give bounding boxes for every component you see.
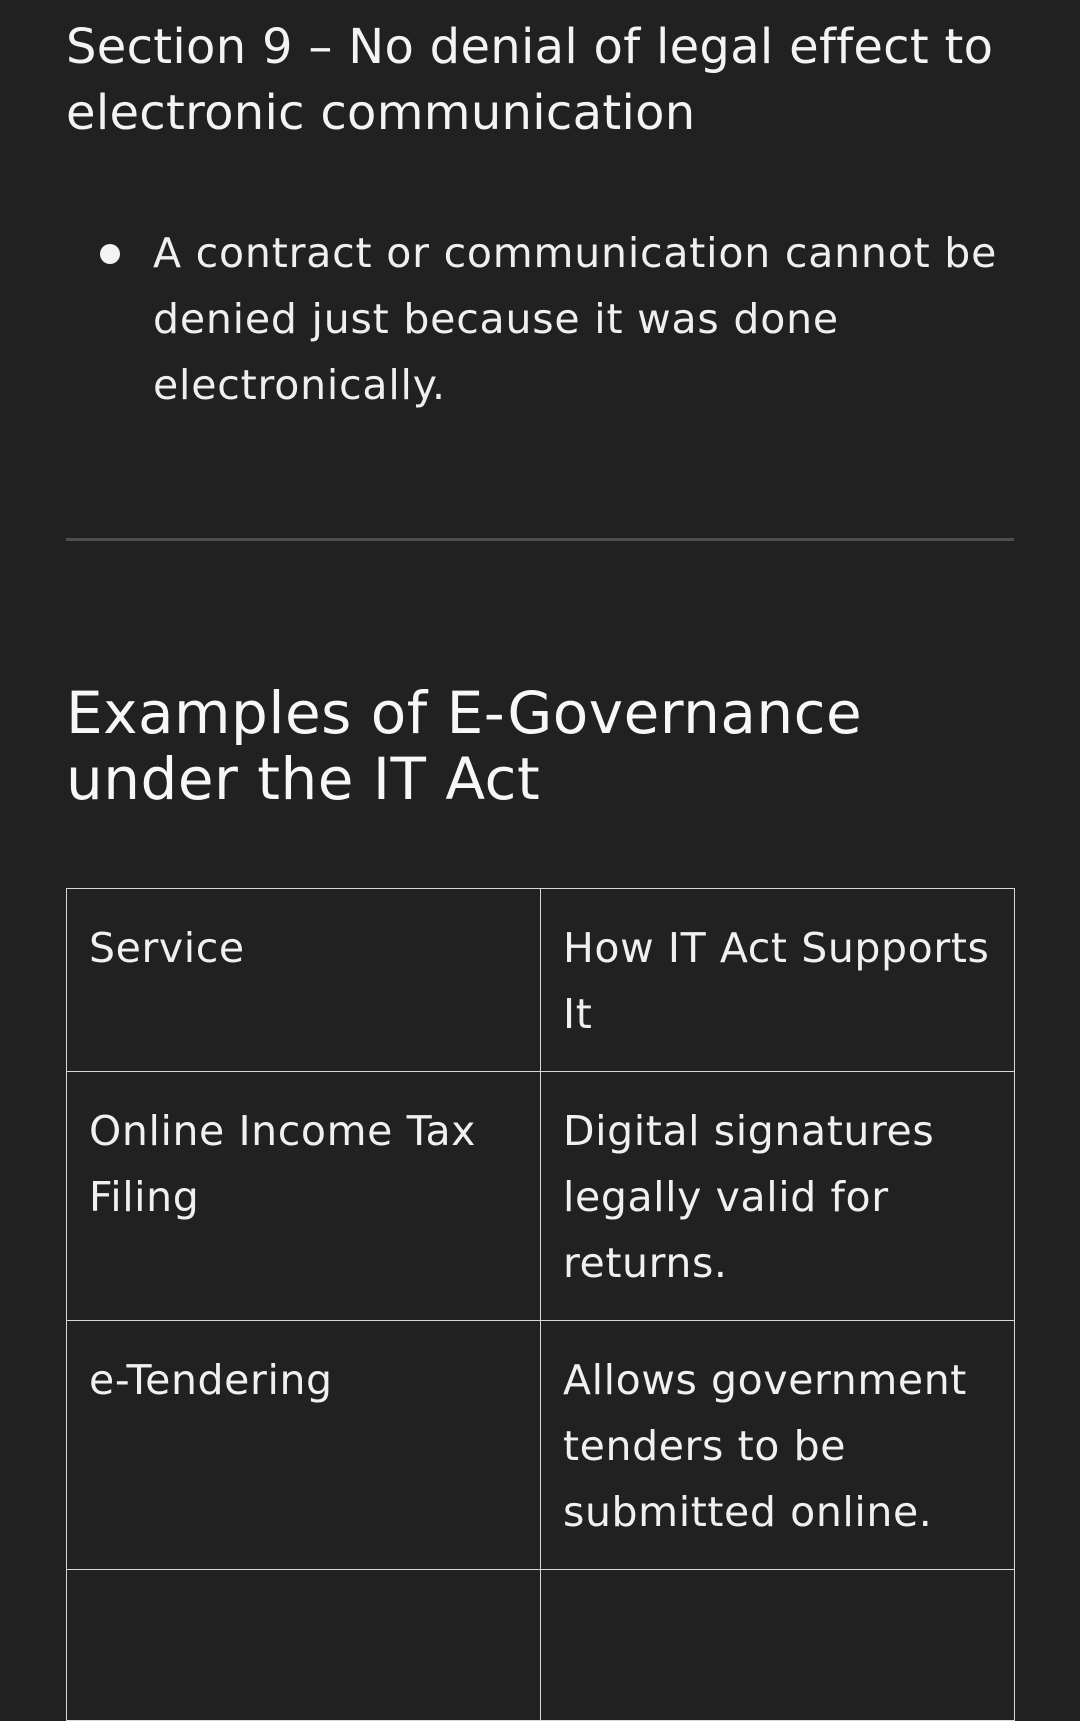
table-cell: e-Tendering <box>66 1320 541 1570</box>
divider <box>66 538 1014 541</box>
examples-table: Service How IT Act Supports It Online In… <box>66 888 1015 1721</box>
table-cell <box>540 1569 1015 1721</box>
header-cell-service: Service <box>66 888 541 1072</box>
section-title: Section 9 – No denial of legal effect to… <box>66 19 994 141</box>
table-row: e-Tendering Allows government tenders to… <box>66 1320 1015 1570</box>
table-row <box>66 1569 1015 1721</box>
table-cell: Digital signatures legally valid for ret… <box>540 1071 1015 1321</box>
bullet-list: A contract or communication cannot be de… <box>66 220 1014 418</box>
table-cell: Allows government tenders to be submitte… <box>540 1320 1015 1570</box>
examples-heading: Examples of E-Governance under the IT Ac… <box>66 679 863 813</box>
table-cell: Online Income Tax Filing <box>66 1071 541 1321</box>
table-row: Online Income Tax Filing Digital signatu… <box>66 1071 1015 1321</box>
list-item: A contract or communication cannot be de… <box>66 220 1014 418</box>
bullet-dot-icon <box>100 244 120 264</box>
bullet-text: A contract or communication cannot be de… <box>153 229 998 409</box>
table-header-row: Service How IT Act Supports It <box>66 888 1015 1072</box>
table-cell <box>66 1569 541 1721</box>
header-cell-support: How IT Act Supports It <box>540 888 1015 1072</box>
section-9-block: Section 9 – No denial of legal effect to… <box>66 0 1014 418</box>
